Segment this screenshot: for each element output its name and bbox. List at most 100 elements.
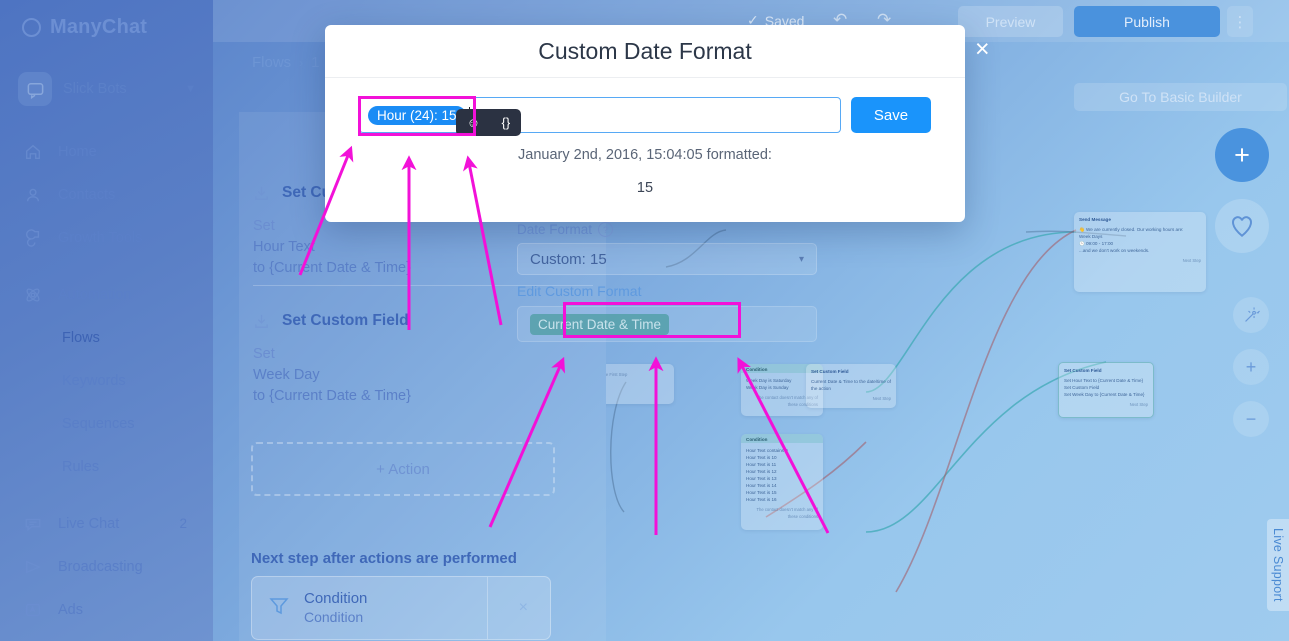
custom-date-format-modal: Custom Date Format Hour (24): 15 Save Ja… (325, 25, 965, 222)
flow-node-line: Hour Text is 12 (746, 469, 777, 474)
preview-button[interactable]: Preview (958, 6, 1063, 37)
condition-card-subtitle: Condition (304, 609, 364, 625)
flow-node-footer[interactable]: Next Step (1079, 257, 1201, 264)
date-format-select[interactable]: Custom: 15 ▾ (517, 243, 817, 275)
go-to-basic-builder-button[interactable]: Go To Basic Builder (1074, 83, 1287, 111)
chevron-down-icon: ▾ (798, 253, 804, 265)
sidebar-item-automation[interactable]: Automation (0, 273, 213, 316)
flow-node-line: Hour Text is 14 (746, 483, 777, 488)
growth-icon (22, 227, 44, 249)
sidebar-item-label: Flows (62, 329, 100, 346)
sidebar: ManyChat Slick Bots ▼ Home Contacts Grow… (0, 0, 213, 641)
current-date-time-field[interactable]: Current Date & Time (517, 306, 817, 342)
flow-node-line: Set Custom Field (1064, 385, 1100, 390)
help-icon[interactable]: ? (598, 222, 614, 237)
sidebar-item-rules[interactable]: Rules (0, 445, 213, 488)
block-title: Set Custom Field (282, 312, 409, 329)
set-custom-field-icon (253, 313, 270, 330)
format-token[interactable]: Hour (24): 15 (368, 105, 466, 125)
zoom-out-button[interactable]: − (1233, 401, 1269, 437)
flow-node-line: Hour Text is 16 (746, 497, 777, 502)
condition-card[interactable]: Condition Condition × (251, 576, 551, 640)
sidebar-item-label: Contacts (58, 186, 116, 203)
format-input[interactable]: Hour (24): 15 (359, 97, 841, 133)
flow-node[interactable]: Condition Hour Text contains 9 Hour Text… (741, 434, 823, 530)
modal-title: Custom Date Format (325, 25, 965, 78)
modal-close-icon[interactable]: × (975, 37, 999, 62)
sidebar-item-broadcasting[interactable]: Broadcasting (0, 545, 213, 588)
more-options-icon[interactable]: ⋮ (1227, 6, 1253, 37)
current-date-time-chip[interactable]: Current Date & Time (530, 313, 670, 335)
flow-node-line: Hour Text is 13 (746, 476, 777, 481)
variable-icon[interactable]: {} (502, 115, 511, 130)
condition-card-title: Condition (304, 590, 368, 607)
brand-logo[interactable]: ManyChat (22, 16, 147, 39)
block-line-field: Week Day (253, 367, 320, 383)
brand-name: ManyChat (50, 16, 148, 38)
edit-custom-format-link[interactable]: Edit Custom Format (517, 283, 827, 299)
favorite-icon[interactable] (1215, 199, 1269, 253)
sidebar-item-label: Ads (58, 601, 83, 618)
live-support-tab[interactable]: Live Support (1267, 519, 1289, 611)
flow-node-line: ...and we don't work on weekends. (1079, 248, 1150, 253)
date-format-selected-value: Custom: 15 (530, 250, 607, 268)
flow-node-header: Set Custom Field (811, 369, 849, 374)
flow-node-line: Hour Text contains 9 (746, 448, 788, 453)
sidebar-item-growth-tools[interactable]: Growth Tools (0, 216, 213, 259)
breadcrumb: Flows › 1 (252, 54, 320, 71)
live-chat-badge: 2 (179, 516, 187, 531)
publish-button[interactable]: Publish (1074, 6, 1220, 37)
next-step-label: Next step after actions are performed (251, 550, 517, 567)
sidebar-item-contacts[interactable]: Contacts (0, 173, 213, 216)
flow-node[interactable]: Set Custom Field Set Hour Text to {Curre… (1058, 362, 1154, 418)
flow-node-footer[interactable]: Next Step (1064, 401, 1148, 408)
flow-node[interactable]: The First Step (606, 364, 674, 404)
emoji-icon[interactable]: ☺ (467, 115, 480, 130)
sidebar-item-keywords[interactable]: Keywords (0, 359, 213, 402)
add-action-button[interactable]: + Action (251, 442, 555, 496)
sidebar-item-flows[interactable]: Flows (0, 316, 213, 359)
chevron-right-icon: › (299, 55, 304, 70)
input-toolbar: ☺ {} (456, 109, 521, 136)
flow-node-footer[interactable]: Next Step (811, 395, 891, 402)
automation-icon (22, 284, 44, 306)
set-custom-field-icon (253, 185, 270, 202)
bot-selector[interactable]: Slick Bots ▼ (18, 72, 196, 106)
sidebar-item-ads[interactable]: Ads (0, 588, 213, 631)
flow-node-header: The First Step (606, 372, 628, 377)
breadcrumb-root[interactable]: Flows (252, 54, 291, 71)
ads-icon (22, 599, 44, 621)
flow-node[interactable]: Send Message 👋 We are currently closed. … (1074, 212, 1206, 292)
sidebar-item-sequences[interactable]: Sequences (0, 402, 213, 445)
sidebar-item-label: Automation (58, 286, 132, 303)
zoom-in-button[interactable]: + (1233, 349, 1269, 385)
sidebar-nav: Home Contacts Growth Tools Automation Fl… (0, 130, 213, 631)
flow-node-line: Hour Text is 10 (746, 455, 777, 460)
flow-node-line: Current Date & Time to the date/time of … (811, 379, 891, 391)
flow-node-header: Condition (741, 434, 823, 443)
flow-node-footer[interactable]: The contact doesn't match any of these c… (746, 506, 818, 520)
breadcrumb-current: 1 (311, 54, 320, 71)
sidebar-item-home[interactable]: Home (0, 130, 213, 173)
add-node-button[interactable]: + (1215, 128, 1269, 182)
sidebar-item-live-chat[interactable]: Live Chat 2 (0, 502, 213, 545)
date-format-group: Date Format ? Custom: 15 ▾ Edit Custom F… (517, 222, 827, 299)
flow-node-line: Hour Text is 15 (746, 490, 777, 495)
broadcast-icon (22, 556, 44, 578)
home-icon (22, 141, 44, 163)
flow-node-line: Week Days (1079, 234, 1103, 239)
chat-icon (22, 513, 44, 535)
chevron-down-icon: ▼ (185, 83, 196, 95)
flow-node-line: 👋 We are currently closed. Our working h… (1079, 227, 1184, 232)
flow-node[interactable]: Set Custom Field Current Date & Time to … (806, 364, 896, 408)
bot-name: Slick Bots (63, 81, 127, 97)
magic-wand-icon[interactable] (1233, 297, 1269, 333)
flow-node-line: Set Hour Text to {Current Date & Time} (1064, 378, 1144, 383)
contacts-icon (22, 184, 44, 206)
sidebar-item-label: Home (58, 143, 97, 160)
manychat-logo-icon (22, 18, 41, 37)
close-icon[interactable]: × (519, 599, 528, 617)
save-button[interactable]: Save (851, 97, 931, 133)
